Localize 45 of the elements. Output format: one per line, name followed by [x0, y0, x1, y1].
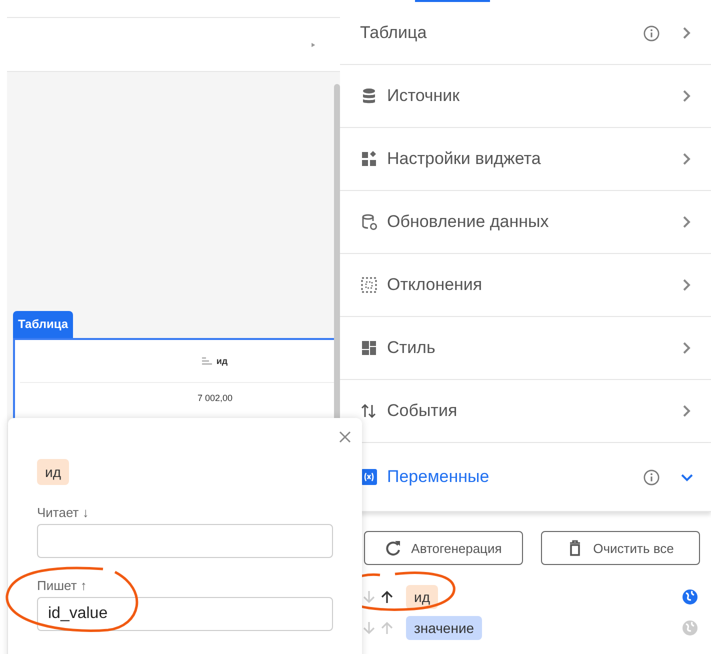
chevron-right-icon[interactable]	[681, 215, 693, 229]
dashed-square-icon	[360, 276, 378, 294]
variable-chip: ид	[37, 459, 69, 485]
field-label: Читает ↓	[37, 505, 90, 520]
widget-tag[interactable]: Таблица	[13, 311, 74, 338]
refresh-icon	[385, 540, 402, 556]
field-label: Пишет ↑	[37, 578, 88, 593]
input-field[interactable]: id_value	[37, 597, 333, 631]
input-field[interactable]	[37, 524, 333, 558]
chevron-right-icon[interactable]	[681, 89, 693, 103]
settings-section[interactable]: Отклонения	[340, 254, 711, 317]
section-title: Отклонения	[387, 275, 484, 295]
chevron-right-icon[interactable]	[681, 152, 693, 166]
up-arrow-icon[interactable]	[380, 590, 394, 604]
info-icon[interactable]	[643, 24, 660, 42]
column-header: ид	[216, 356, 228, 366]
settings-section[interactable]: Таблица	[340, 0, 711, 65]
section-title: Обновление данных	[387, 212, 550, 232]
section-title: События	[387, 401, 458, 421]
variable-chip[interactable]: значение	[406, 616, 482, 640]
database-icon	[360, 87, 378, 105]
chevron-right-icon[interactable]	[681, 404, 693, 418]
settings-section[interactable]: Стиль	[340, 317, 711, 380]
globe-icon[interactable]	[682, 589, 698, 605]
chevron-right-icon[interactable]	[681, 26, 693, 40]
close-icon[interactable]	[338, 430, 352, 444]
section-title: Настройки виджета	[387, 149, 542, 169]
settings-section[interactable]: Источник	[340, 65, 711, 128]
settings-section[interactable]: Настройки виджета	[340, 128, 711, 191]
layout-icon	[360, 339, 378, 357]
settings-section[interactable]: Обновление данных	[340, 191, 711, 254]
section-title: Таблица	[360, 23, 428, 43]
table-cell-text: 7 002,00	[196, 392, 233, 403]
widgets-icon	[360, 150, 378, 168]
info-icon[interactable]	[643, 468, 660, 486]
chevron-right-icon[interactable]	[681, 341, 693, 355]
section-title: Источник	[387, 86, 461, 106]
action-button[interactable]: Автогенерация	[364, 531, 523, 565]
variable-chip[interactable]: ид	[406, 585, 438, 609]
chevron-right-icon[interactable]	[681, 278, 693, 292]
arrows-icon	[360, 402, 378, 420]
database-refresh-icon	[360, 213, 378, 231]
section-title: Стиль	[387, 338, 436, 358]
section-title: Переменные	[387, 467, 490, 487]
action-button[interactable]: Очистить все	[541, 531, 700, 565]
